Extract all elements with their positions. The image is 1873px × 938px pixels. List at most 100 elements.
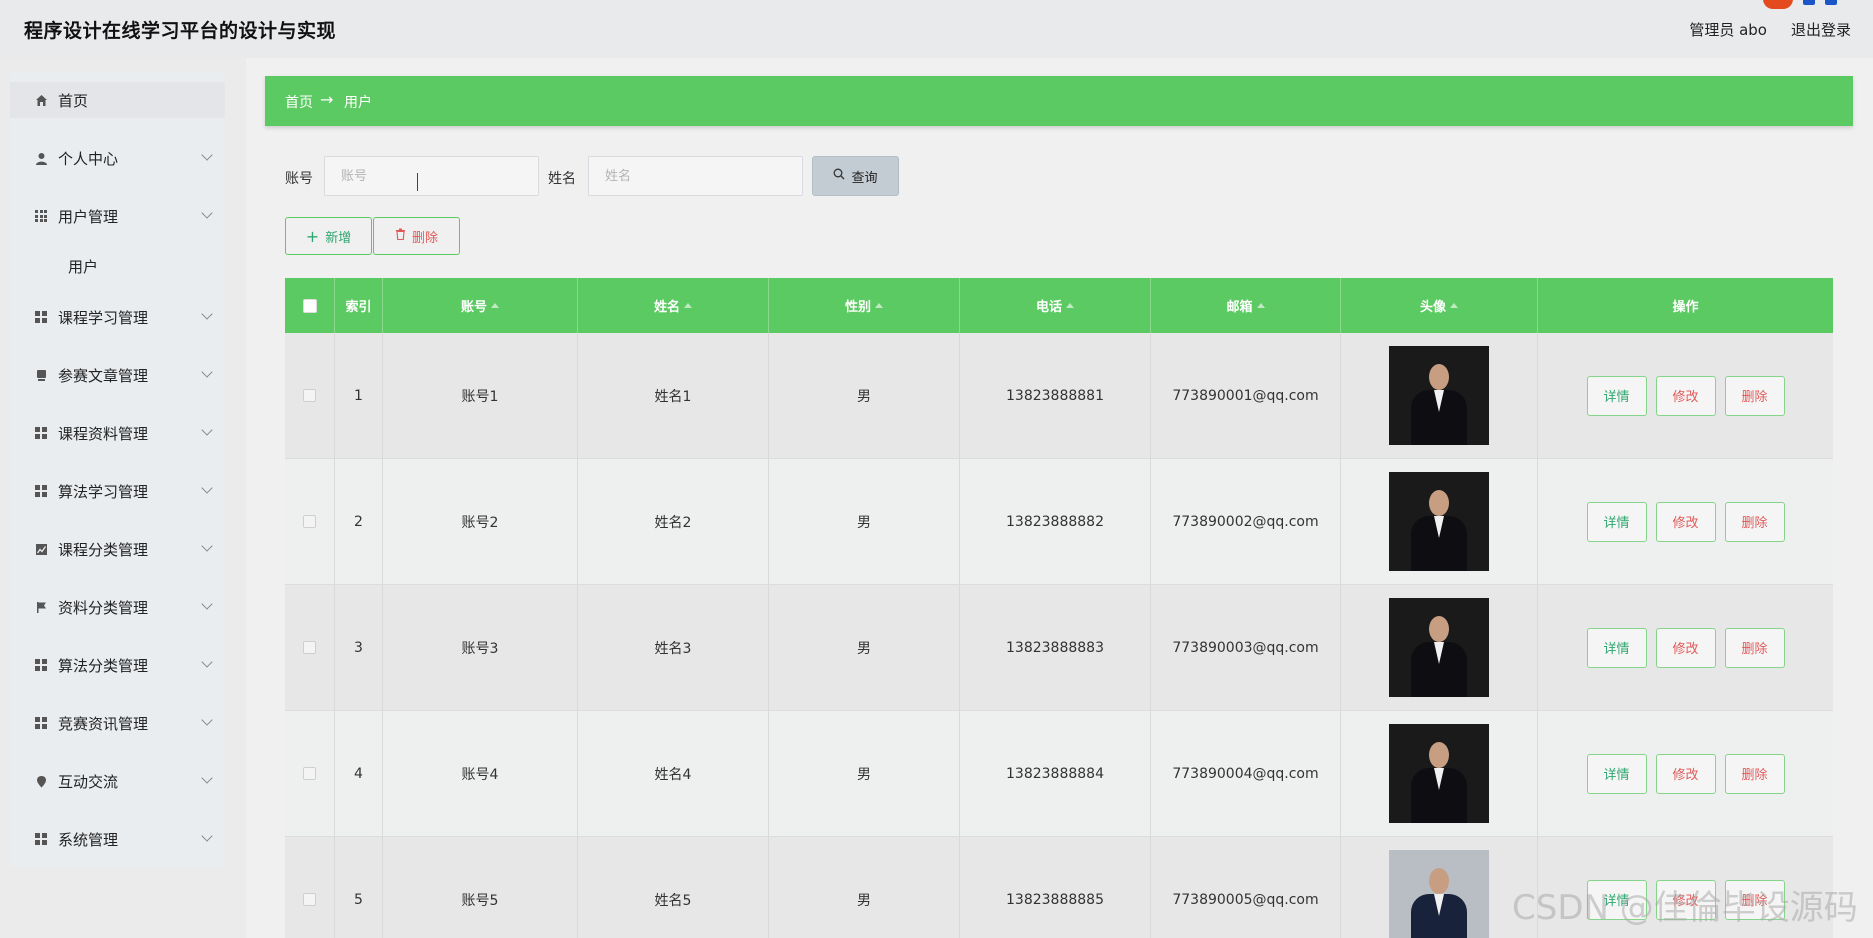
query-button[interactable]: 查询	[812, 156, 899, 196]
detail-button[interactable]: 详情	[1586, 753, 1647, 794]
phone-cell: 13823888883	[960, 585, 1151, 711]
location-icon	[34, 774, 48, 788]
row-select-cell[interactable]	[285, 333, 335, 459]
avatar[interactable]	[1389, 850, 1489, 938]
sidebar-item-profile[interactable]: 个人中心	[10, 140, 225, 176]
detail-button[interactable]: 详情	[1586, 375, 1647, 416]
actions-cell: 详情 修改 删除	[1538, 837, 1833, 938]
sidebar-item-label: 资料分类管理	[58, 598, 149, 617]
name-search-label: 姓名	[548, 171, 576, 187]
grid-icon	[34, 426, 48, 440]
column-header-phone[interactable]: 电话	[960, 278, 1151, 333]
column-header-actions: 操作	[1672, 300, 1699, 315]
edit-button[interactable]: 修改	[1655, 375, 1716, 416]
breadcrumb-home[interactable]: 首页	[285, 92, 313, 112]
sidebar-item-course-category[interactable]: 课程分类管理	[10, 531, 225, 567]
gender-cell: 男	[769, 333, 960, 459]
gender-cell: 男	[769, 459, 960, 585]
logout-link[interactable]: 退出登录	[1791, 19, 1851, 40]
sort-icon	[684, 303, 692, 308]
trash-icon	[395, 228, 406, 244]
index-cell: 1	[335, 333, 383, 459]
sidebar-item-interaction[interactable]: 互动交流	[10, 763, 225, 799]
extension-icon	[1803, 0, 1815, 5]
sidebar-item-system[interactable]: 系统管理	[10, 821, 225, 857]
detail-button[interactable]: 详情	[1586, 879, 1647, 920]
sidebar-item-user-management[interactable]: 用户管理	[10, 198, 225, 234]
add-button-label: 新增	[325, 230, 352, 246]
column-header-name[interactable]: 姓名	[578, 278, 769, 333]
detail-button[interactable]: 详情	[1586, 501, 1647, 542]
sidebar-subitem-user[interactable]: 用户	[10, 248, 225, 284]
grid-icon	[34, 484, 48, 498]
sidebar-item-label: 互动交流	[58, 772, 119, 791]
avatar[interactable]	[1389, 724, 1489, 823]
sidebar-item-material-category[interactable]: 资料分类管理	[10, 589, 225, 625]
detail-button[interactable]: 详情	[1586, 627, 1647, 668]
sidebar-item-home[interactable]: 首页	[10, 82, 225, 118]
avatar[interactable]	[1389, 346, 1489, 445]
row-checkbox[interactable]	[303, 767, 316, 780]
avatar-cell	[1341, 459, 1538, 585]
app-title: 程序设计在线学习平台的设计与实现	[24, 20, 337, 42]
table-row: 1 账号1 姓名1 男 13823888881 773890001@qq.com…	[285, 333, 1833, 459]
actions-cell: 详情 修改 删除	[1538, 585, 1833, 711]
account-cell: 账号5	[383, 837, 578, 938]
chevron-down-icon	[201, 308, 213, 320]
delete-button[interactable]: 删除	[1724, 375, 1785, 416]
edit-button[interactable]: 修改	[1655, 501, 1716, 542]
name-search-input[interactable]	[588, 156, 803, 196]
document-icon	[34, 368, 48, 382]
search-icon	[833, 168, 845, 184]
sidebar-item-label: 算法学习管理	[58, 482, 149, 501]
home-icon	[34, 93, 48, 107]
extension-icon	[1763, 0, 1793, 9]
email-cell: 773890002@qq.com	[1151, 459, 1341, 585]
column-header-avatar[interactable]: 头像	[1341, 278, 1538, 333]
row-checkbox[interactable]	[303, 893, 316, 906]
delete-button[interactable]: 删除	[1724, 501, 1785, 542]
avatar[interactable]	[1389, 472, 1489, 571]
row-select-cell[interactable]	[285, 837, 335, 938]
edit-button[interactable]: 修改	[1655, 753, 1716, 794]
row-checkbox[interactable]	[303, 515, 316, 528]
column-header-gender[interactable]: 性别	[769, 278, 960, 333]
row-select-cell[interactable]	[285, 711, 335, 837]
account-search-input[interactable]	[324, 156, 539, 196]
row-select-cell[interactable]	[285, 459, 335, 585]
delete-button[interactable]: 删除	[1724, 753, 1785, 794]
column-header-email[interactable]: 邮箱	[1151, 278, 1341, 333]
delete-button[interactable]: 删除	[1724, 879, 1785, 920]
delete-button[interactable]: 删除	[1724, 627, 1785, 668]
sidebar-item-label: 课程学习管理	[58, 308, 149, 327]
select-all-checkbox[interactable]	[302, 298, 317, 313]
row-checkbox[interactable]	[303, 389, 316, 402]
plus-icon: +	[305, 226, 320, 246]
chevron-down-icon	[201, 482, 213, 494]
sidebar-item-articles[interactable]: 参赛文章管理	[10, 357, 225, 393]
row-checkbox[interactable]	[303, 641, 316, 654]
table-row: 2 账号2 姓名2 男 13823888882 773890002@qq.com…	[285, 459, 1833, 585]
column-header-account[interactable]: 账号	[383, 278, 578, 333]
add-button[interactable]: + 新增	[285, 217, 372, 255]
edit-button[interactable]: 修改	[1655, 627, 1716, 668]
sidebar-subitem-label: 用户	[68, 258, 99, 276]
avatar-cell	[1341, 333, 1538, 459]
chart-icon	[34, 542, 48, 556]
select-all-cell[interactable]	[285, 278, 335, 333]
batch-delete-button[interactable]: 删除	[373, 217, 460, 255]
sidebar-item-algorithm-study[interactable]: 算法学习管理	[10, 473, 225, 509]
sidebar-item-course-study[interactable]: 课程学习管理	[10, 299, 225, 335]
table-row: 4 账号4 姓名4 男 13823888884 773890004@qq.com…	[285, 711, 1833, 837]
delete-button-label: 删除	[411, 230, 438, 246]
table-header: 索引 账号 姓名 性别 电话 邮箱 头像 操作	[285, 278, 1833, 333]
sidebar-item-algorithm-category[interactable]: 算法分类管理	[10, 647, 225, 683]
sidebar-item-label: 竞赛资讯管理	[58, 714, 149, 733]
edit-button[interactable]: 修改	[1655, 879, 1716, 920]
email-cell: 773890005@qq.com	[1151, 837, 1341, 938]
sidebar-item-course-materials[interactable]: 课程资料管理	[10, 415, 225, 451]
avatar[interactable]	[1389, 598, 1489, 697]
sidebar-item-contest-news[interactable]: 竞赛资讯管理	[10, 705, 225, 741]
row-select-cell[interactable]	[285, 585, 335, 711]
sort-icon	[1450, 303, 1458, 308]
